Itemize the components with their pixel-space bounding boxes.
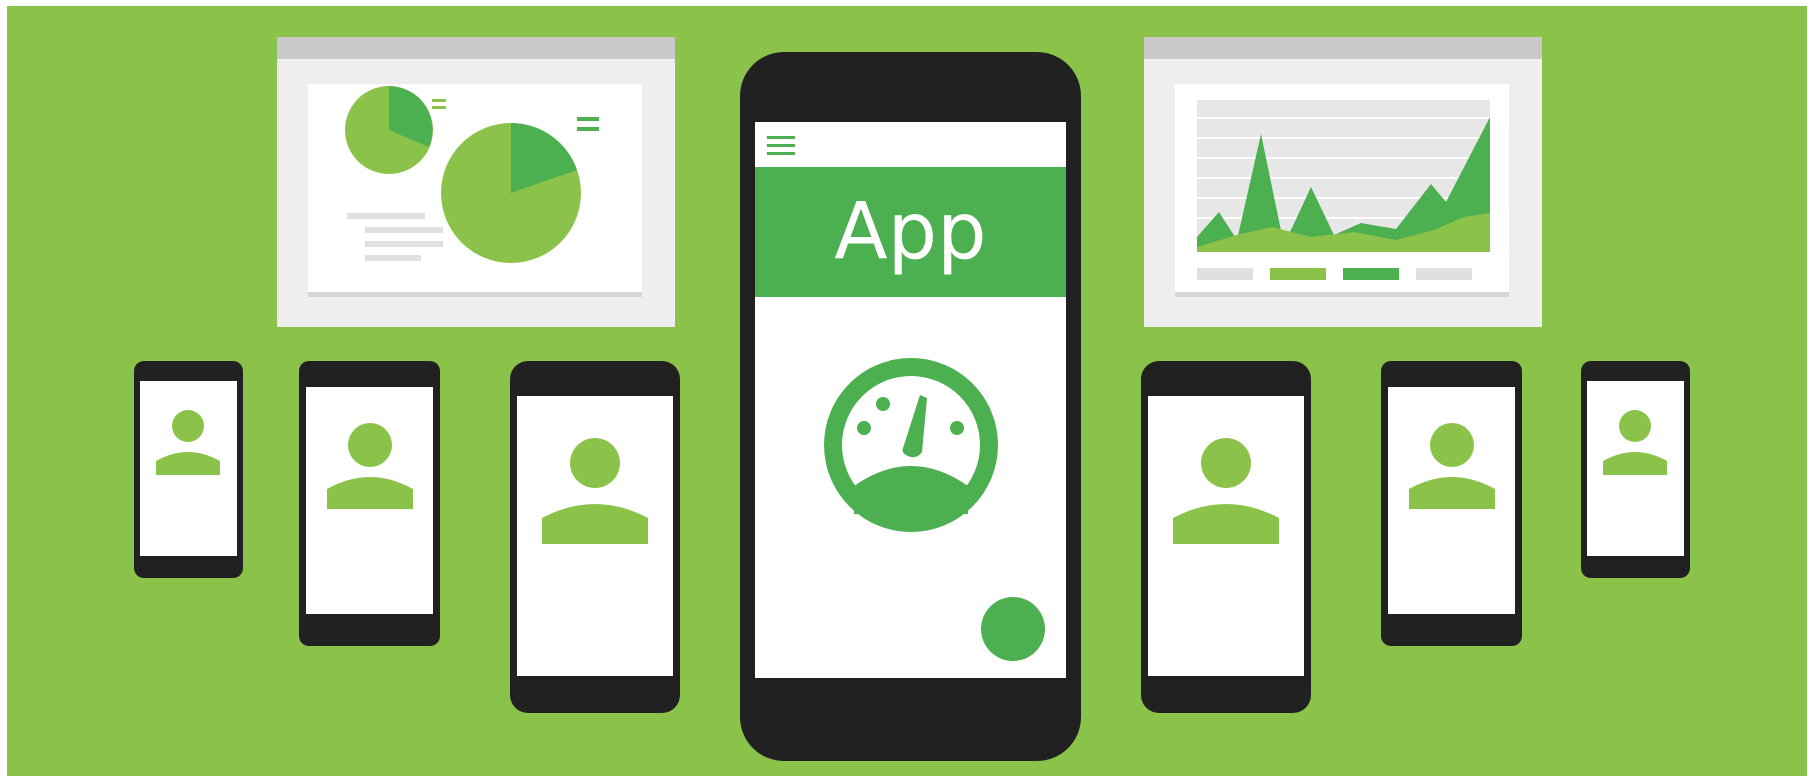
small-phone-device — [299, 361, 440, 646]
speedometer-icon — [824, 358, 998, 532]
phone-screen — [1148, 396, 1304, 676]
floating-action-button[interactable] — [981, 597, 1045, 661]
illustration-scene: App — [7, 6, 1807, 776]
small-phone-device — [510, 361, 680, 713]
user-avatar-icon — [542, 438, 648, 544]
small-phone-device — [134, 361, 243, 578]
small-phone-device — [1581, 361, 1690, 578]
phone-screen — [140, 381, 237, 556]
user-avatar-icon — [1173, 438, 1279, 544]
main-phone-device: App — [740, 52, 1081, 761]
small-phone-device — [1141, 361, 1311, 713]
phone-screen — [306, 387, 433, 614]
pie-chart-icon — [345, 86, 599, 263]
dashboard-window-area — [1144, 37, 1542, 327]
dashboard-window-pie — [277, 37, 675, 327]
phone-screen — [517, 396, 673, 676]
phone-screen — [1388, 387, 1515, 614]
hamburger-menu-icon[interactable] — [767, 136, 795, 156]
small-phone-device — [1381, 361, 1522, 646]
user-avatar-icon — [1409, 423, 1495, 509]
phone-screen: App — [755, 122, 1066, 678]
app-header-bar: App — [755, 167, 1066, 297]
area-chart-icon — [1197, 100, 1490, 280]
app-title: App — [834, 187, 987, 277]
phone-screen — [1587, 381, 1684, 556]
user-avatar-icon — [156, 410, 220, 475]
user-avatar-icon — [327, 423, 413, 509]
user-avatar-icon — [1603, 410, 1667, 475]
